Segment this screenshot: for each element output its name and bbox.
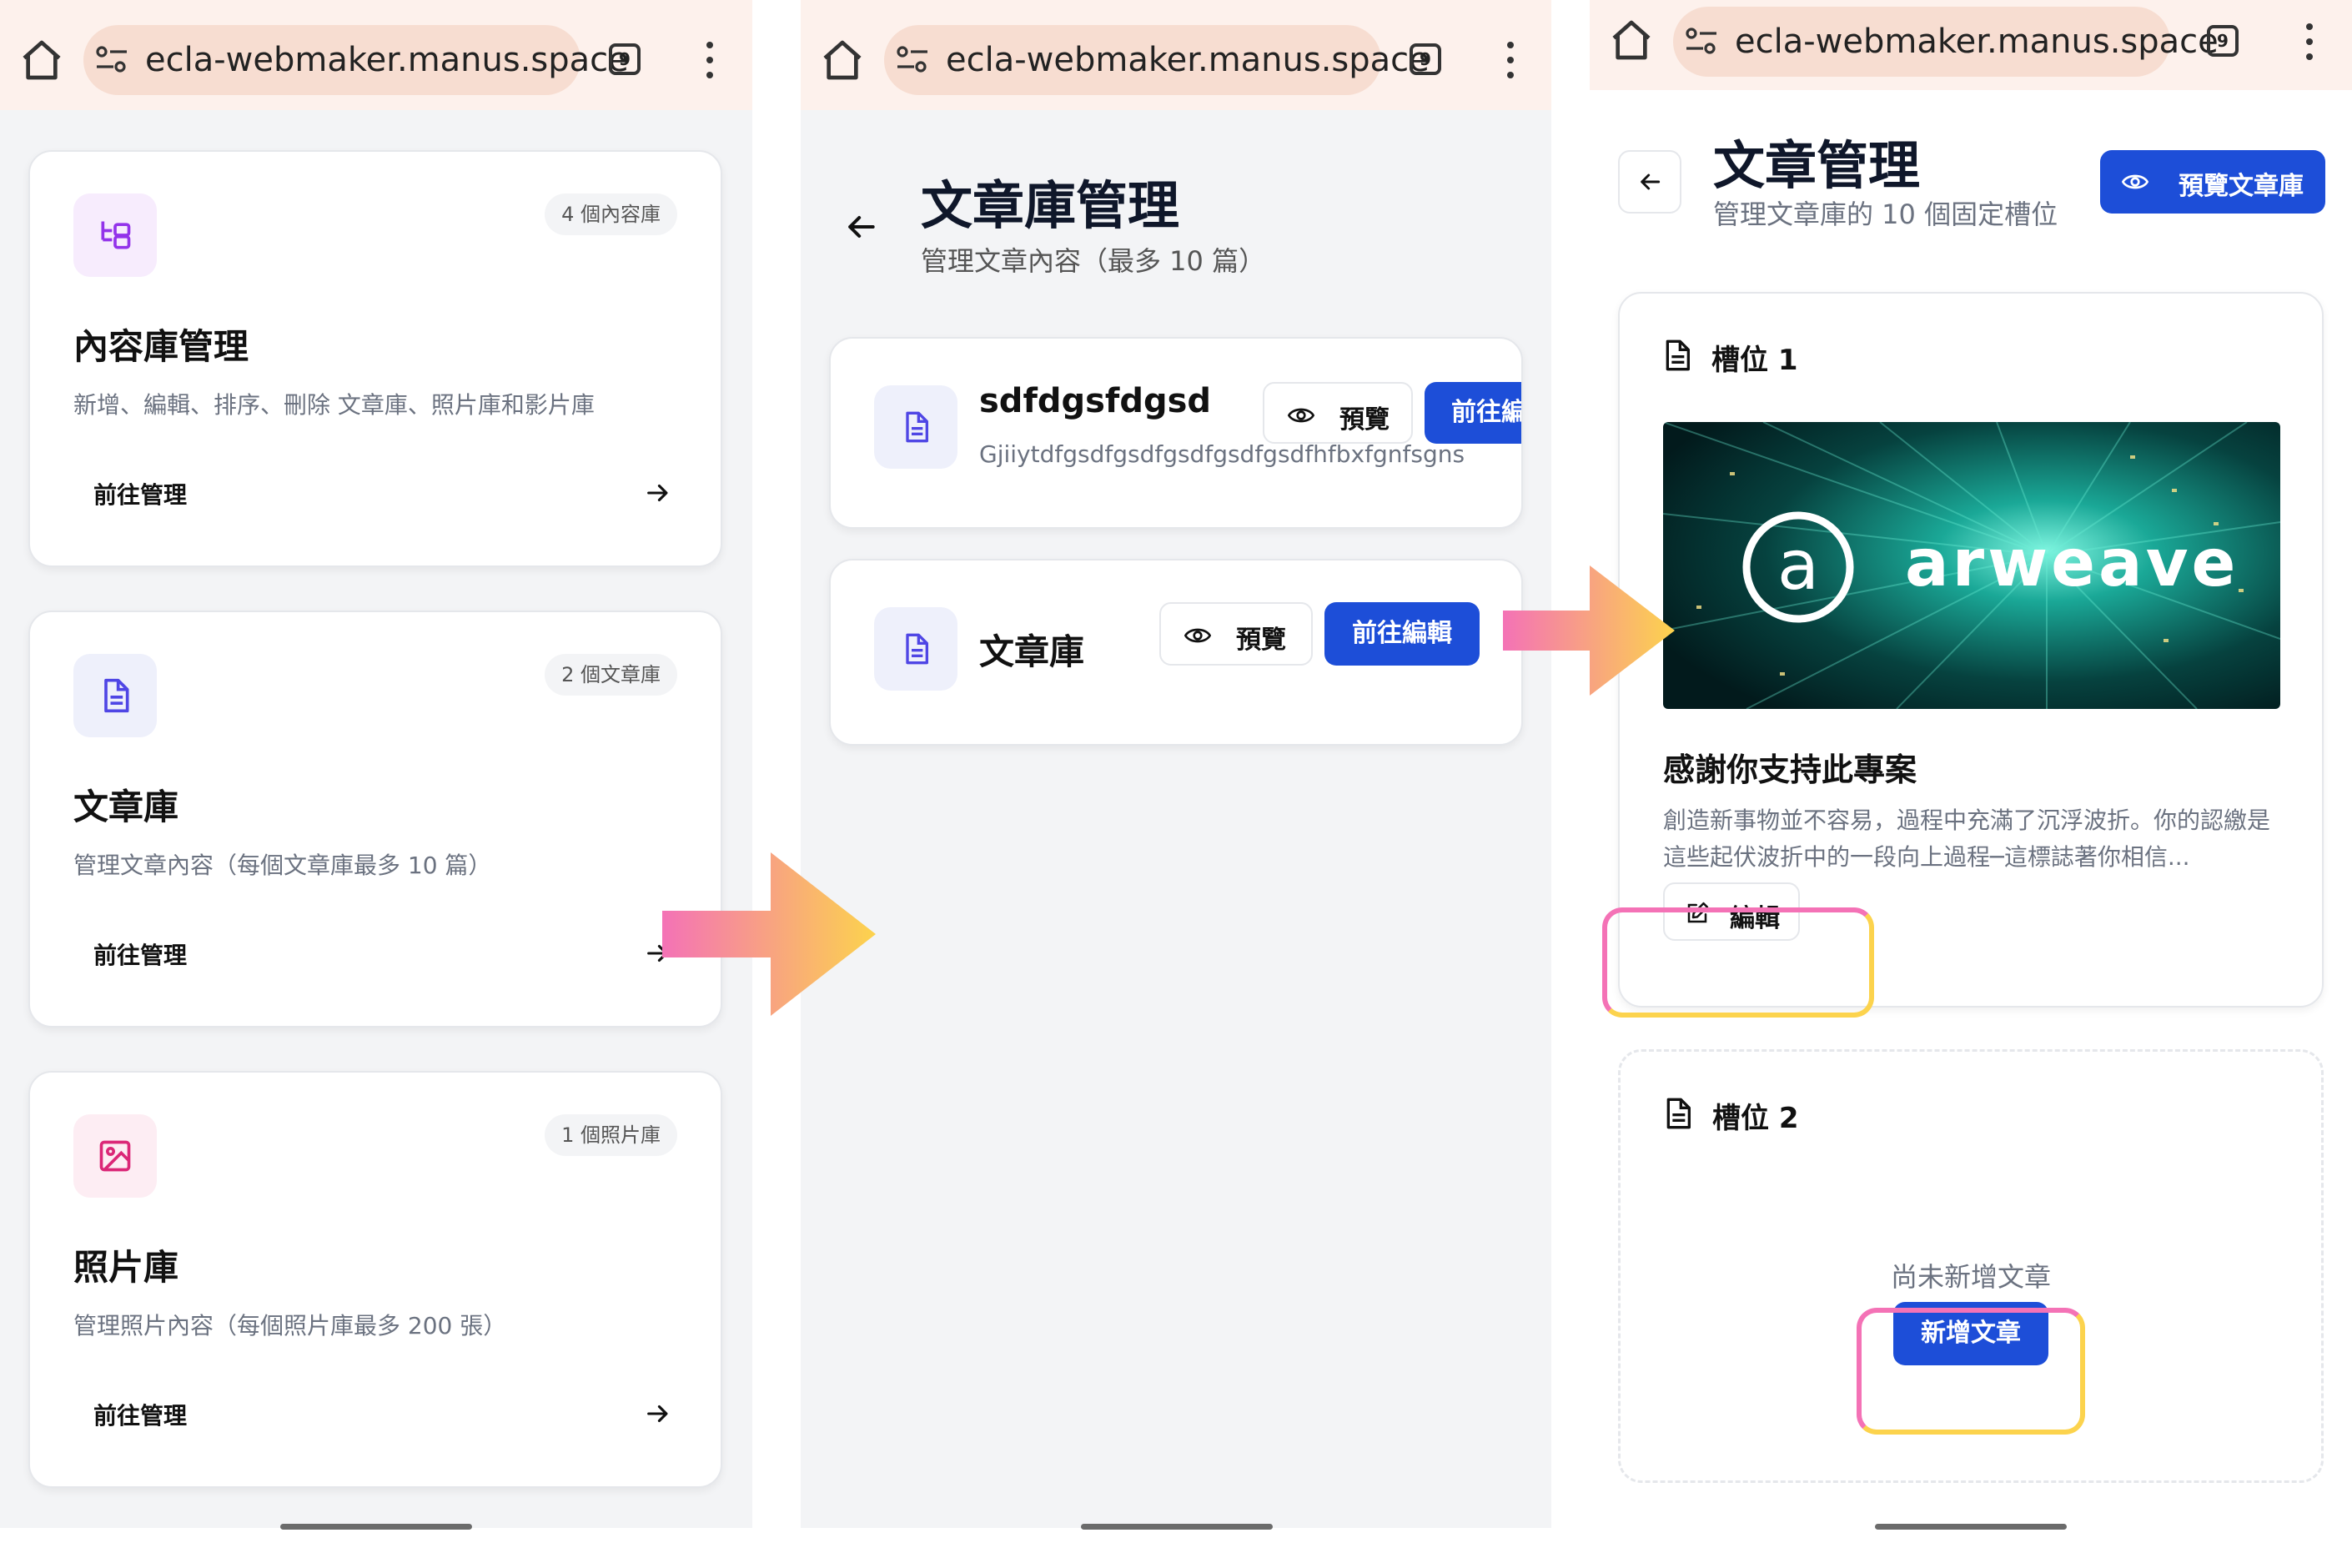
card-description: 管理照片內容（每個照片庫最多 200 張） (73, 1312, 507, 1339)
article-title: 感謝你支持此專案 (1663, 751, 1917, 788)
more-menu-icon[interactable] (705, 42, 715, 78)
document-icon (906, 633, 928, 665)
eye-icon (1288, 408, 1314, 423)
gesture-bar (1875, 1524, 2067, 1530)
preview-library-label: 預覽文章庫 (2179, 172, 2304, 201)
article-cover-image: a arweave (1663, 422, 2280, 709)
preview-button[interactable]: 預覽 (1263, 382, 1413, 444)
tab-switcher-button[interactable]: 9 (2207, 25, 2239, 57)
card-description: 新增、編輯、排序、刪除 文章庫、照片庫和影片庫 (73, 391, 595, 419)
manage-button[interactable]: 前往管理 (73, 921, 691, 988)
library-item: 文章庫 預覽 前往編輯 (829, 559, 1523, 746)
more-menu-icon[interactable] (1505, 42, 1515, 78)
home-icon[interactable] (819, 37, 866, 83)
site-settings-icon[interactable] (1685, 27, 1718, 57)
article-library-card: 2 個文章庫 文章庫 管理文章內容（每個文章庫最多 10 篇） 前往管理 (28, 611, 722, 1028)
card-title: 文章庫 (73, 787, 179, 827)
url-text: ecla-webmaker.manus.space (145, 41, 629, 79)
arrow-right-icon (647, 1405, 668, 1423)
home-icon[interactable] (1608, 17, 1655, 63)
slot-label: 槽位 1 (1711, 344, 1798, 377)
document-icon (1666, 1098, 1691, 1129)
eye-icon (1184, 628, 1211, 643)
card-title: 內容庫管理 (73, 326, 249, 367)
back-arrow-icon (1641, 173, 1661, 190)
folder-tree-icon (101, 221, 131, 249)
browser-toolbar: ecla-webmaker.manus.space 9 (1590, 0, 2352, 90)
tab-switcher-button[interactable]: 9 (609, 43, 641, 75)
manage-button[interactable]: 前往管理 (73, 460, 691, 527)
icon-box (874, 607, 957, 691)
browser-toolbar: ecla-webmaker.manus.space 9 (801, 0, 1551, 110)
url-text: ecla-webmaker.manus.space (1735, 23, 2219, 61)
svg-text:a: a (1777, 526, 1819, 606)
library-item: sdfdgsfdgsd Gjiiytdfgsdfgsdfgsdfgsdfgsdf… (829, 337, 1523, 529)
image-icon (99, 1140, 131, 1172)
flow-arrow-icon (662, 852, 876, 1016)
card-title: 照片庫 (73, 1247, 179, 1288)
back-arrow-icon[interactable] (842, 209, 879, 245)
library-count-badge: 4 個內容庫 (545, 193, 677, 235)
url-text: ecla-webmaker.manus.space (946, 41, 1430, 79)
highlight-edit-button (1602, 907, 1874, 1018)
empty-slot-text: 尚未新增文章 (1890, 1261, 2051, 1293)
arweave-logo-text: arweave (1905, 526, 2239, 601)
dashboard-content: 4 個內容庫 內容庫管理 新增、編輯、排序、刪除 文章庫、照片庫和影片庫 前往管… (0, 110, 752, 1528)
go-edit-button[interactable]: 前往編輯 (1324, 602, 1480, 666)
icon-box (73, 1114, 157, 1198)
icon-box (73, 193, 157, 277)
library-name: sdfdgsfdgsd (979, 382, 1212, 420)
document-icon (1666, 339, 1690, 371)
document-icon (104, 678, 129, 713)
manage-label: 前往管理 (93, 481, 188, 509)
article-excerpt: 創造新事物並不容易，過程中充滿了沉浮波折。你的認繳是這些起伏波折中的一段向上過程… (1663, 807, 2271, 871)
library-description: Gjiiytdfgsdfgsdfgsdfgsdfgsdfhfbxfgnfsgns (979, 440, 1465, 468)
photo-library-card: 1 個照片庫 照片庫 管理照片內容（每個照片庫最多 200 張） 前往管理 (28, 1071, 722, 1488)
gesture-bar (280, 1524, 472, 1530)
panel-article-library-management: ecla-webmaker.manus.space 9 文章庫管理 管理文章內容… (801, 0, 1551, 1568)
eye-icon (2122, 174, 2148, 189)
address-bar[interactable]: ecla-webmaker.manus.space (83, 25, 629, 95)
highlight-add-article-button (1857, 1308, 2085, 1435)
address-bar[interactable]: ecla-webmaker.manus.space (884, 25, 1430, 95)
address-bar[interactable]: ecla-webmaker.manus.space (1673, 7, 2219, 77)
site-settings-icon[interactable] (896, 45, 929, 75)
page-subtitle: 管理文章內容（最多 10 篇） (921, 245, 1266, 277)
site-settings-icon[interactable] (95, 45, 128, 75)
manage-button[interactable]: 前往管理 (73, 1381, 691, 1448)
icon-box (874, 385, 957, 469)
preview-label: 預覽 (1339, 405, 1390, 435)
back-button[interactable] (1618, 150, 1681, 214)
go-edit-button[interactable]: 前往編輯 (1425, 382, 1521, 444)
manage-label: 前往管理 (93, 1402, 188, 1430)
gesture-bar (1081, 1524, 1273, 1530)
manage-label: 前往管理 (93, 942, 188, 969)
preview-library-button[interactable]: 預覽文章庫 (2100, 150, 2325, 214)
panel-content-dashboard: ecla-webmaker.manus.space 9 4 個內容庫 內容庫管理… (0, 0, 752, 1568)
flow-arrow-icon (1503, 565, 1675, 696)
library-list-content: 文章庫管理 管理文章內容（最多 10 篇） sdfdgsfdgsd Gjiiyt… (801, 110, 1551, 1528)
library-count-badge: 1 個照片庫 (545, 1114, 677, 1156)
card-description: 管理文章內容（每個文章庫最多 10 篇） (73, 852, 492, 879)
document-icon (906, 411, 928, 443)
more-menu-icon[interactable] (2304, 23, 2314, 60)
browser-toolbar: ecla-webmaker.manus.space 9 (0, 0, 752, 110)
icon-box (73, 654, 157, 737)
library-count-badge: 2 個文章庫 (545, 654, 677, 696)
page-subtitle: 管理文章庫的 10 個固定槽位 (1713, 199, 2058, 230)
preview-label: 預覽 (1236, 626, 1286, 655)
tab-switcher-button[interactable]: 9 (1410, 43, 1441, 75)
page-title: 文章庫管理 (921, 175, 1180, 236)
article-slot-1: 槽位 1 a arweave 感謝你支持此專案 創造新事物並不容易，過程中充滿了… (1618, 292, 2324, 1008)
arrow-right-icon (647, 484, 668, 502)
library-name: 文章庫 (979, 631, 1085, 672)
page-title: 文章管理 (1713, 135, 1921, 196)
content-library-card: 4 個內容庫 內容庫管理 新增、編輯、排序、刪除 文章庫、照片庫和影片庫 前往管… (28, 150, 722, 567)
preview-button[interactable]: 預覽 (1159, 602, 1313, 666)
home-icon[interactable] (18, 37, 65, 83)
slot-label: 槽位 2 (1712, 1102, 1799, 1135)
